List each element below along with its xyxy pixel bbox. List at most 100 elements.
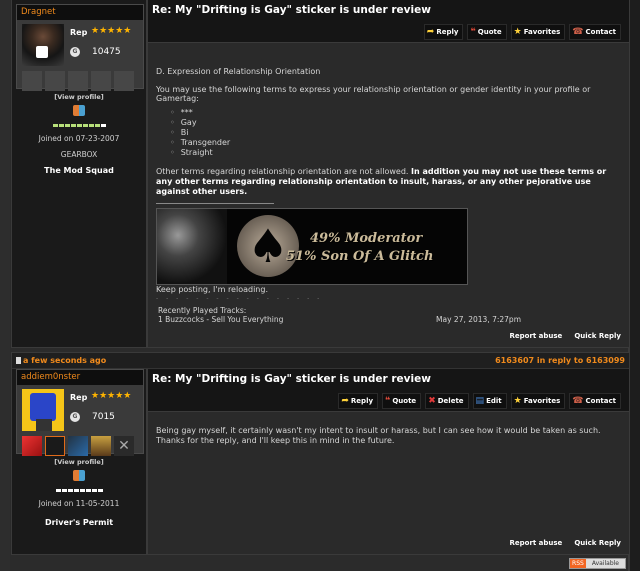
- post-time: a few seconds ago: [16, 356, 106, 365]
- edit-icon: ▤: [475, 396, 485, 406]
- rule-paragraph: Other terms regarding relationship orien…: [156, 167, 621, 197]
- friends-icon[interactable]: [73, 105, 85, 116]
- reply-info[interactable]: 6163607 in reply to 6163099: [495, 356, 625, 365]
- view-profile-link[interactable]: [View profile]: [12, 458, 146, 466]
- quick-reply-link[interactable]: Quick Reply: [574, 332, 621, 340]
- quote-button[interactable]: ❝ Quote: [382, 393, 422, 409]
- game-tile[interactable]: [91, 71, 111, 91]
- reply-icon: ➦: [426, 27, 435, 37]
- rss-icon: RSS: [570, 559, 586, 568]
- star-icon: ★: [513, 396, 522, 406]
- post-body: Being gay myself, it certainly wasn't my…: [146, 411, 629, 554]
- contact-label: Contact: [585, 28, 617, 36]
- post-timestamp[interactable]: a few seconds ago: [23, 356, 106, 365]
- contact-button[interactable]: ☎ Contact: [569, 24, 621, 40]
- rep-label: Rep: [70, 393, 88, 402]
- gamerscore-icon: G: [70, 47, 80, 57]
- rule-intro: You may use the following terms to expre…: [156, 85, 591, 103]
- edit-label: Edit: [486, 397, 502, 405]
- delete-button[interactable]: ✖ Delete: [425, 393, 469, 409]
- reply-button[interactable]: ➦ Reply: [338, 393, 379, 409]
- gamercard: Dragnet Rep ★★★★★ G 10475: [16, 4, 144, 91]
- game-tile[interactable]: [114, 71, 134, 91]
- banner-line-2: 51% Son Of A Glitch: [286, 249, 434, 264]
- list-item: Straight: [170, 148, 621, 158]
- report-abuse-link[interactable]: Report abuse: [509, 539, 562, 547]
- user-group: Driver's Permit: [44, 518, 114, 527]
- quote-icon: ❝: [385, 396, 391, 406]
- tracks-label: Recently Played Tracks:: [158, 306, 247, 315]
- game-tile[interactable]: [91, 436, 111, 456]
- document-icon: [16, 357, 21, 364]
- signature-divider: [156, 203, 274, 204]
- post-title-bar: Re: My "Drifting is Gay" sticker is unde…: [146, 369, 629, 411]
- avatar[interactable]: [22, 24, 64, 66]
- quote-label: Quote: [392, 397, 417, 405]
- post-title: Re: My "Drifting is Gay" sticker is unde…: [152, 373, 431, 385]
- gamerscore: 7015: [92, 412, 115, 422]
- list-item: Gay: [170, 118, 621, 128]
- rss-label: Available: [585, 559, 625, 568]
- left-rail: [0, 0, 10, 571]
- game-tile[interactable]: [45, 71, 65, 91]
- rule-heading: D. Expression of Relationship Orientatio…: [156, 67, 321, 76]
- joined-date: Joined on 11-05-2011: [38, 499, 120, 508]
- rank-bar: [12, 489, 146, 492]
- post-footer: Report abuse Quick Reply: [509, 332, 621, 340]
- recent-tracks: Recently Played Tracks: 1 Buzzcocks - Se…: [156, 306, 621, 324]
- signature-dots: - - - - - - - - - - - - - - - - -: [156, 295, 323, 302]
- reply-button[interactable]: ➦ Reply: [423, 24, 464, 40]
- username[interactable]: Dragnet: [17, 5, 143, 20]
- quote-button[interactable]: ❝ Quote: [467, 24, 507, 40]
- banner-portrait: [157, 209, 227, 284]
- rep-stars: ★★★★★: [91, 391, 132, 401]
- star-icon: ★: [513, 27, 522, 37]
- contact-button[interactable]: ☎ Contact: [569, 393, 621, 409]
- signature-tagline: Keep posting, I'm reloading.: [156, 285, 268, 294]
- post-title: Re: My "Drifting is Gay" sticker is unde…: [152, 4, 431, 16]
- gamerscore: 10475: [92, 47, 121, 57]
- list-item: ***: [170, 108, 621, 118]
- game-tile[interactable]: ✕: [114, 436, 134, 456]
- rep-stars: ★★★★★: [91, 26, 132, 36]
- post-footer: Report abuse Quick Reply: [509, 539, 621, 547]
- rss-badge[interactable]: RSS Available: [569, 558, 626, 569]
- user-title: GEARBOX: [60, 150, 98, 159]
- scrollbar[interactable]: [630, 0, 640, 571]
- game-tile[interactable]: [68, 71, 88, 91]
- game-tile[interactable]: [45, 436, 65, 456]
- quick-reply-link[interactable]: Quick Reply: [574, 539, 621, 547]
- contact-label: Contact: [585, 397, 617, 405]
- allowed-terms-list: *** Gay Bi Transgender Straight: [170, 108, 621, 158]
- reply-label: Reply: [436, 28, 459, 36]
- list-item: Transgender: [170, 138, 621, 148]
- game-tile[interactable]: [68, 436, 88, 456]
- list-item: Bi: [170, 128, 621, 138]
- forum-thread-page: Dragnet Rep ★★★★★ G 10475 [View profile]…: [0, 0, 640, 571]
- game-tile[interactable]: [22, 436, 42, 456]
- avatar[interactable]: [22, 389, 64, 431]
- post-body: D. Expression of Relationship Orientatio…: [146, 42, 629, 347]
- friends-icon[interactable]: [73, 470, 85, 481]
- game-tile[interactable]: [22, 71, 42, 91]
- edit-button[interactable]: ▤ Edit: [472, 393, 507, 409]
- favorites-label: Favorites: [523, 397, 561, 405]
- recent-games: [22, 71, 134, 91]
- post-actions: ➦ Reply ❝ Quote ★ Favorites ☎ Contact: [423, 24, 621, 40]
- favorites-button[interactable]: ★ Favorites: [510, 24, 566, 40]
- report-abuse-link[interactable]: Report abuse: [509, 332, 562, 340]
- quote-label: Quote: [477, 28, 502, 36]
- contact-icon: ☎: [572, 27, 584, 37]
- delete-label: Delete: [437, 397, 464, 405]
- post-text: Being gay myself, it certainly wasn't my…: [156, 426, 601, 445]
- reply-icon: ➦: [341, 396, 349, 406]
- joined-date: Joined on 07-23-2007: [38, 134, 120, 143]
- post-header: a few seconds ago 6163607 in reply to 61…: [12, 353, 629, 369]
- favorites-button[interactable]: ★ Favorites: [510, 393, 566, 409]
- rep-label: Rep: [70, 28, 88, 37]
- view-profile-link[interactable]: [View profile]: [12, 93, 146, 101]
- post-content: Re: My "Drifting is Gay" sticker is unde…: [146, 369, 629, 554]
- username[interactable]: addiem0nster: [17, 370, 143, 385]
- post-actions: ➦ Reply ❝ Quote ✖ Delete ▤ Edit ★ Favorites ☎…: [338, 393, 621, 409]
- signature-banner: ♠ 49% Moderator 51% Son Of A Glitch: [156, 208, 468, 285]
